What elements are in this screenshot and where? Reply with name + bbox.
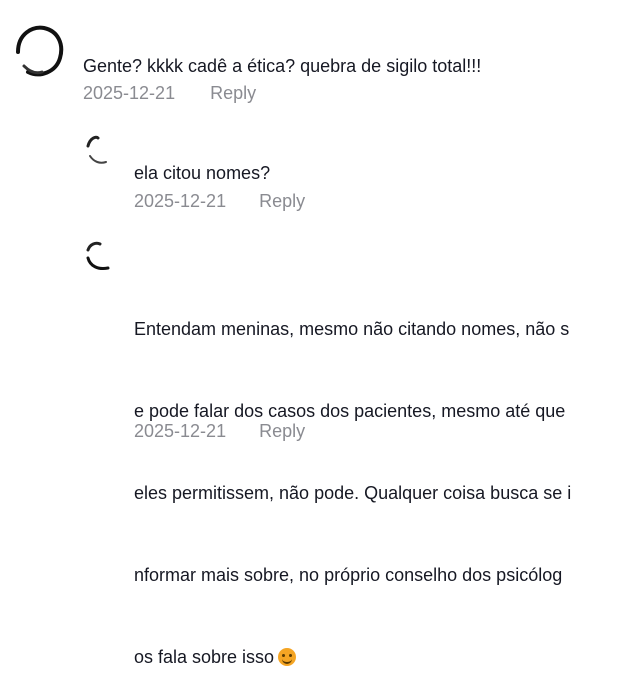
comment-text: Entendam meninas, mesmo não citando nome… xyxy=(134,262,634,698)
comment-meta: 2025-12-21 Reply xyxy=(134,190,305,212)
comment-line: eles permitissem, não pode. Qualquer coi… xyxy=(134,483,572,503)
reply-button[interactable]: Reply xyxy=(259,190,305,212)
comment-meta: 2025-12-21 Reply xyxy=(134,420,305,442)
comment-date: 2025-12-21 xyxy=(134,191,227,211)
comment-line: Entendam meninas, mesmo não citando nome… xyxy=(134,319,570,339)
commenter-avatar[interactable] xyxy=(10,22,66,78)
comment-date: 2025-12-21 xyxy=(83,83,176,103)
comment-meta: 2025-12-21 Reply xyxy=(83,82,256,104)
reply-button[interactable]: Reply xyxy=(210,82,256,104)
comment-line: nformar mais sobre, no próprio conselho … xyxy=(134,565,563,585)
comment-date: 2025-12-21 xyxy=(134,421,227,441)
reply-button[interactable]: Reply xyxy=(259,420,305,442)
comment-line-text: os fala sobre isso xyxy=(134,647,275,667)
smiling-face-emoji-icon xyxy=(278,648,297,666)
commenter-avatar[interactable] xyxy=(84,130,124,170)
commenter-avatar[interactable] xyxy=(84,236,124,276)
comment-text: Gente? kkkk cadê a ética? quebra de sigi… xyxy=(83,56,482,76)
comment-text: ela citou nomes? xyxy=(134,163,271,183)
comment-last-line: os fala sobre isso xyxy=(134,642,634,672)
